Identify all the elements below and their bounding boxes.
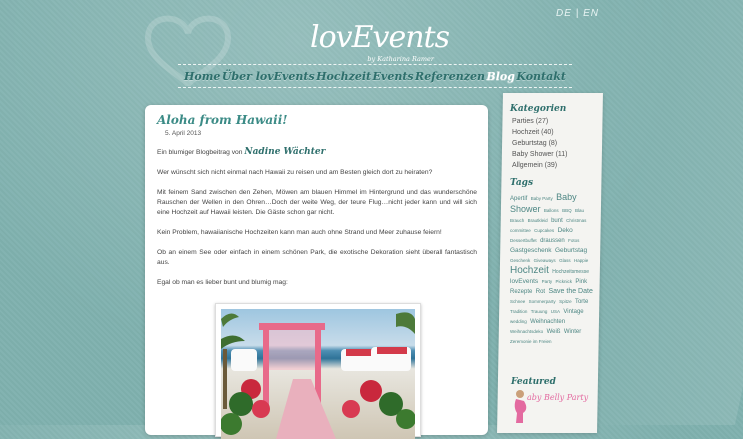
tag-link[interactable]: Christmas xyxy=(566,218,586,223)
category-link[interactable]: Baby Shower (11) xyxy=(512,151,600,159)
tag-cloud: Apertif Baby Party Baby Shower Ballons B… xyxy=(510,192,598,347)
featured-section: Featured aby Belly Party xyxy=(509,377,597,425)
category-link[interactable]: Allgemein (39) xyxy=(512,162,600,170)
main-navigation: Home Über lovEvents Hochzeit Events Refe… xyxy=(178,64,572,88)
category-link[interactable]: Parties (27) xyxy=(512,118,600,126)
tag-link[interactable]: Baby Party xyxy=(531,196,553,201)
byline-prefix: Ein blumiger Blogbeitrag von xyxy=(157,149,243,156)
post-paragraph: Kein Problem, hawaiianische Hochzeiten k… xyxy=(157,229,442,236)
tag-link[interactable]: Save the Date xyxy=(548,288,592,295)
nav-about[interactable]: Über lovEvents xyxy=(222,70,315,83)
tag-link[interactable]: Cupcakes xyxy=(534,228,554,233)
hawaii-wedding-image xyxy=(221,309,415,439)
logo-text: lovEvents xyxy=(310,20,450,55)
sidebar: Kategorien Parties (27) Hochzeit (40) Ge… xyxy=(508,100,600,347)
logo-subtitle: by Katharina Ramer xyxy=(367,55,434,63)
tag-link[interactable]: Sommerparty xyxy=(529,299,556,304)
tag-link[interactable]: Schnee xyxy=(510,299,525,304)
tag-link[interactable]: Rot xyxy=(536,289,545,295)
blog-post: Aloha from Hawaii! 5. April 2013 Ein blu… xyxy=(145,105,488,439)
tag-link[interactable]: bunt xyxy=(551,218,563,224)
tag-link[interactable]: Blau xyxy=(575,208,584,213)
site-logo[interactable]: lovEvents by Katharina Ramer xyxy=(310,6,450,64)
tag-link[interactable]: Brauch xyxy=(510,218,524,223)
tag-link[interactable]: Apertif xyxy=(510,196,527,202)
category-link[interactable]: Hochzeit (40) xyxy=(512,129,600,137)
tag-link[interactable]: Geschenk xyxy=(510,258,530,263)
tag-link[interactable]: Vintage xyxy=(563,309,583,315)
tag-link[interactable]: Spitze xyxy=(559,299,572,304)
nav-blog[interactable]: Blog xyxy=(486,70,515,83)
lang-separator: | xyxy=(575,8,580,19)
post-paragraph: Wer wünscht sich nicht einmal nach Hawai… xyxy=(157,169,433,176)
post-date: 5. April 2013 xyxy=(165,130,202,137)
tag-link[interactable]: Dessertbuffet xyxy=(510,238,537,243)
categories-heading: Kategorien xyxy=(510,104,567,114)
tag-link[interactable]: USA xyxy=(551,309,560,314)
lang-en-link[interactable]: EN xyxy=(583,8,599,19)
tag-link[interactable]: Fotos xyxy=(568,238,579,243)
tag-link[interactable]: Giveaways xyxy=(534,258,556,263)
tag-link[interactable]: Hochzeit xyxy=(510,265,549,276)
post-body: Ein blumiger Blogbeitrag von Nadine Wäch… xyxy=(157,147,477,298)
tag-link[interactable]: lovEvents xyxy=(510,278,538,285)
featured-heading: Featured xyxy=(511,377,556,387)
tag-link[interactable]: Brautkleid xyxy=(528,218,548,223)
tag-link[interactable]: wedding xyxy=(510,319,527,324)
tag-link[interactable]: Trauung xyxy=(531,309,548,314)
nav-kontakt[interactable]: Kontakt xyxy=(516,70,566,83)
post-paragraph: Egal ob man es lieber bunt und blumig ma… xyxy=(157,279,288,286)
tag-link[interactable]: Weiß xyxy=(547,329,561,335)
tag-link[interactable]: Hochzeitsmesse xyxy=(552,269,589,275)
nav-events[interactable]: Events xyxy=(373,70,414,83)
post-photo[interactable] xyxy=(215,303,421,439)
nav-hochzeit[interactable]: Hochzeit xyxy=(316,70,371,83)
nav-referenzen[interactable]: Referenzen xyxy=(415,70,485,83)
post-paragraph: Mit feinem Sand zwischen den Zehen, Möwe… xyxy=(157,189,477,216)
tags-heading: Tags xyxy=(510,178,534,188)
author-name: Nadine Wächter xyxy=(244,147,326,157)
tag-link[interactable]: Happie xyxy=(574,258,588,263)
tag-link[interactable]: committee xyxy=(510,228,531,233)
lang-de-link[interactable]: DE xyxy=(556,8,572,19)
post-title[interactable]: Aloha from Hawaii! xyxy=(157,113,288,127)
tag-link[interactable]: Deko xyxy=(558,227,573,234)
tag-link[interactable]: Winter xyxy=(564,329,581,335)
language-switcher: DE | EN xyxy=(556,8,599,19)
tag-link[interactable]: draussen xyxy=(540,238,565,244)
tag-link[interactable]: Party xyxy=(542,279,553,284)
tag-link[interactable]: Weihnachten xyxy=(530,319,565,325)
nav-home[interactable]: Home xyxy=(184,70,220,83)
tag-link[interactable]: Zeremonie im Freien xyxy=(510,339,552,344)
post-paragraph: Ob an einem See oder einfach in einem sc… xyxy=(157,249,477,266)
tag-link[interactable]: Geburtstag xyxy=(555,247,587,254)
featured-link[interactable]: aby Belly Party xyxy=(527,393,588,402)
tag-link[interactable]: Glass xyxy=(559,258,571,263)
tag-link[interactable]: Torte xyxy=(575,299,588,305)
tag-link[interactable]: Gastgeschenk xyxy=(510,247,552,254)
tag-link[interactable]: Tradition xyxy=(510,309,527,314)
category-link[interactable]: Geburtstag (8) xyxy=(512,140,600,148)
post-byline: Ein blumiger Blogbeitrag von Nadine Wäch… xyxy=(157,147,477,158)
tag-link[interactable]: Picknick xyxy=(555,279,572,284)
tag-link[interactable]: Rezepte xyxy=(510,289,532,295)
tag-link[interactable]: Weihnachtsdeko xyxy=(510,329,543,334)
tag-link[interactable]: Ballons xyxy=(544,208,559,213)
tag-link[interactable]: Pink xyxy=(575,279,587,285)
tag-link[interactable]: BBQ xyxy=(562,208,572,213)
